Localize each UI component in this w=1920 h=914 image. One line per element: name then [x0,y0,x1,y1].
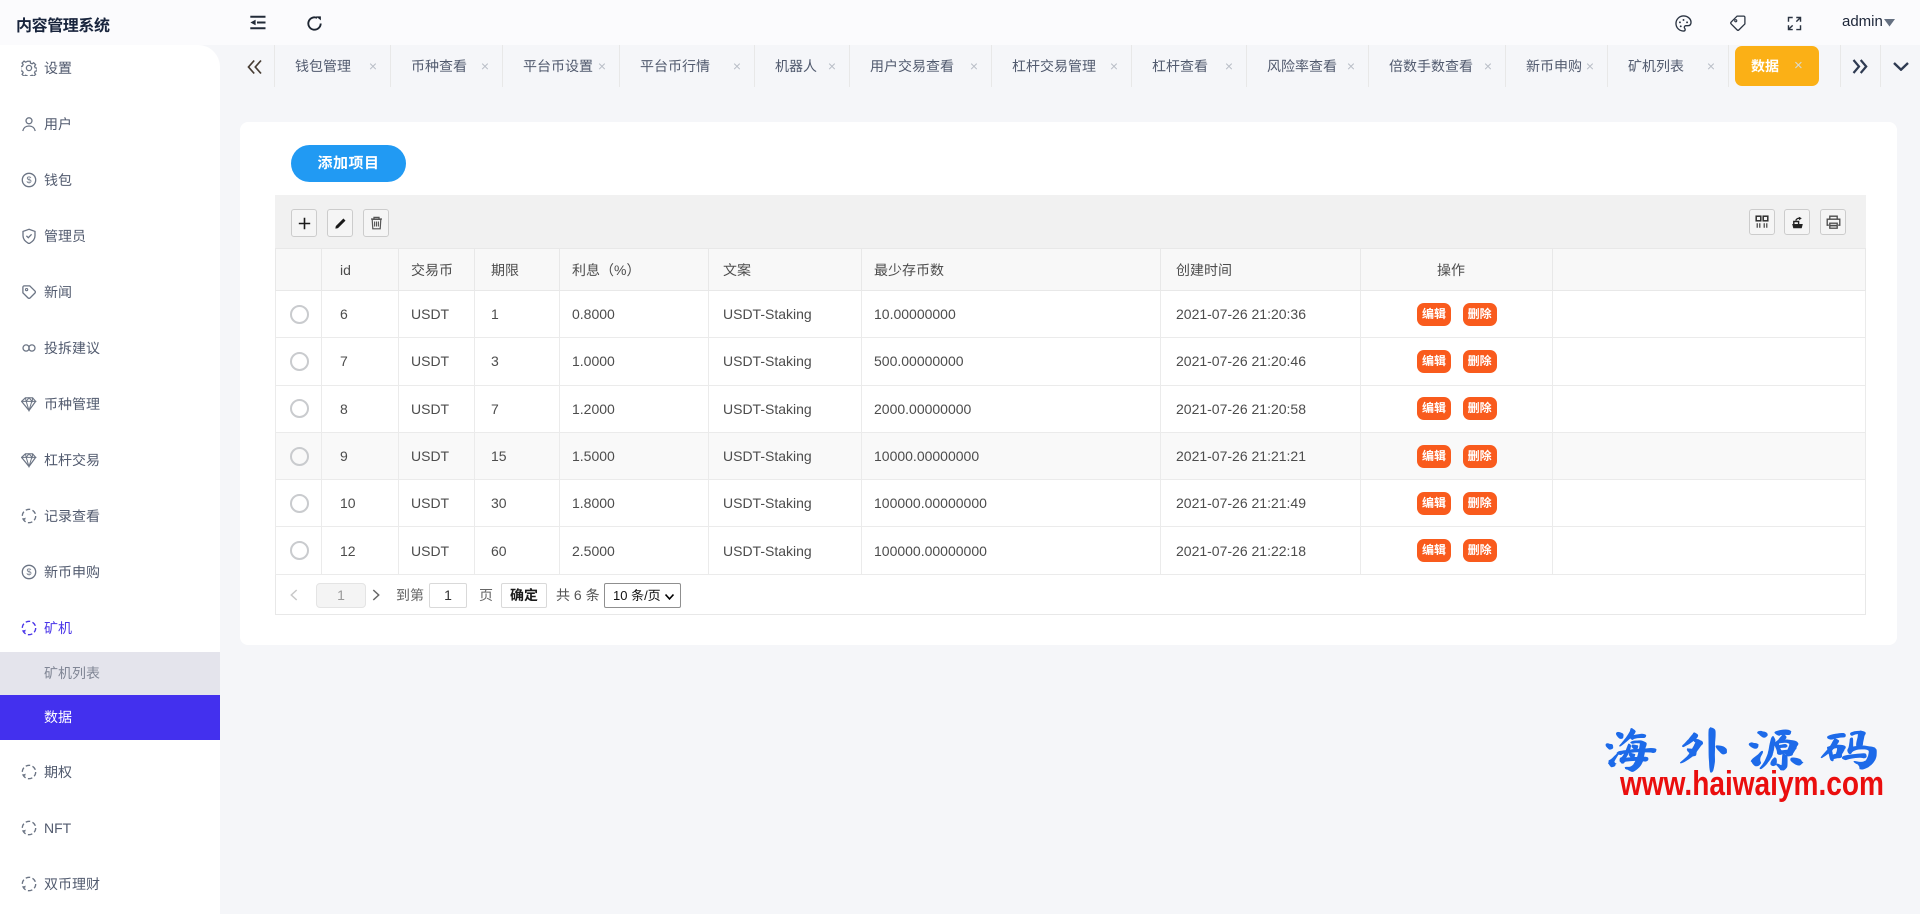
svg-text:$: $ [26,175,31,185]
svg-text:$: $ [26,567,31,577]
